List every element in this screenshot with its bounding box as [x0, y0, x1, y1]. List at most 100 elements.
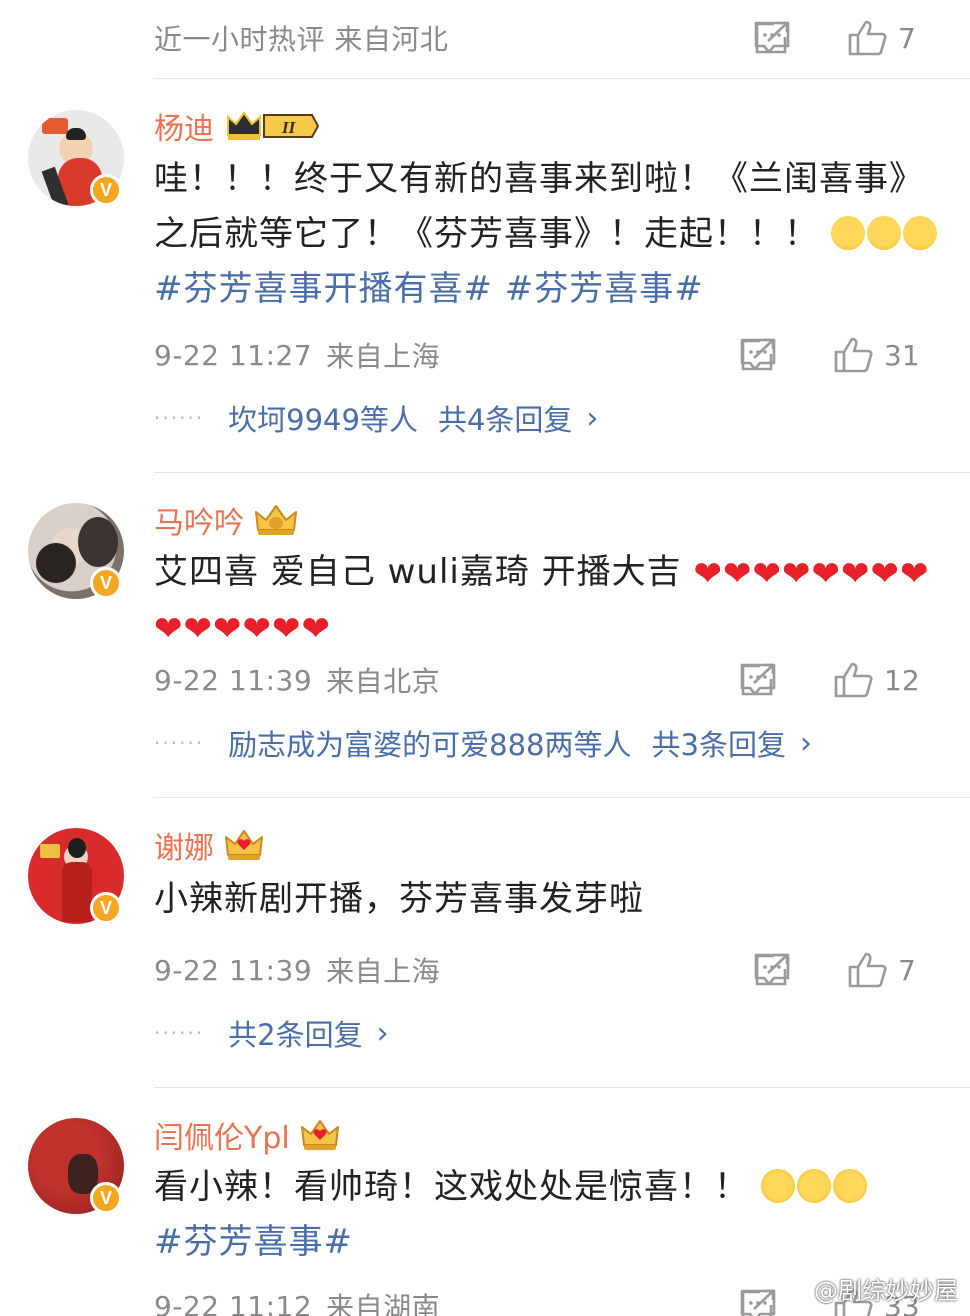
- reply-users[interactable]: 励志成为富婆的可爱888两等人: [228, 722, 631, 764]
- user-name-row: 杨迪 II: [154, 104, 320, 148]
- chevron-right-icon: ›: [376, 1015, 389, 1051]
- user-name-row: 谢娜: [154, 823, 264, 867]
- cry-laugh-emoji: [866, 216, 901, 250]
- comment-text: 看小辣！看帅琦！这戏处处是惊喜！！ #芬芳喜事#: [154, 1160, 940, 1270]
- topic-link[interactable]: #芬芳喜事#: [154, 1222, 353, 1262]
- reply-count[interactable]: 共2条回复: [228, 1012, 362, 1054]
- divider: [154, 472, 970, 473]
- ellipsis-dots: ······: [154, 406, 205, 430]
- user-name[interactable]: 杨迪: [154, 104, 214, 148]
- heart-emoji: ❤: [693, 554, 723, 594]
- comment-time: 9-22 11:39: [154, 953, 313, 987]
- like-count: 7: [898, 21, 916, 55]
- meta-text: 近一小时热评 来自河北: [154, 23, 449, 56]
- divider: [154, 1087, 970, 1088]
- comment-button[interactable]: [754, 21, 848, 55]
- user-name[interactable]: 谢娜: [154, 823, 214, 867]
- comment-location: 来自北京: [326, 665, 441, 698]
- like-count: 12: [884, 663, 920, 697]
- crown-icon: [300, 1117, 340, 1153]
- crown-icon: [254, 502, 298, 538]
- comment-text: 哇！！！终于又有新的喜事来到啦！《兰闺喜事》之后就等它了！《芬芳喜事》！走起！！…: [154, 152, 940, 317]
- verified-badge-icon: V: [90, 567, 122, 599]
- reply-count[interactable]: 共3条回复: [652, 722, 786, 764]
- heart-emoji: ❤: [722, 554, 753, 594]
- heart-emoji: ❤: [272, 609, 302, 649]
- user-name-row: 闫佩伦Ypl: [154, 1113, 340, 1157]
- reply-count[interactable]: 共4条回复: [438, 397, 572, 439]
- comment-location: 来自上海: [326, 340, 441, 373]
- watermark: @剧综妙妙屋: [780, 1271, 958, 1306]
- heart-emoji: ❤: [752, 554, 782, 594]
- thumb-up-icon: [834, 337, 873, 373]
- level-mark: II: [281, 118, 297, 137]
- comment-body: 哇！！！终于又有新的喜事来到啦！《兰闺喜事》之后就等它了！《芬芳喜事》！走起！！…: [154, 159, 924, 254]
- comment-location: 来自湖南: [326, 1291, 441, 1316]
- thumb-up-icon: [834, 662, 873, 698]
- previous-comment-meta: 近一小时热评 来自河北 7: [154, 18, 940, 58]
- heart-emoji: ❤: [811, 554, 841, 594]
- heart-emoji: ❤: [183, 609, 213, 649]
- like-count: 7: [898, 953, 916, 987]
- chevron-right-icon: ›: [586, 400, 599, 436]
- weibo-logo-icon: [781, 1279, 808, 1300]
- cry-laugh-emoji: [830, 216, 865, 250]
- comment-location: 来自上海: [326, 955, 441, 988]
- avatar[interactable]: V: [28, 503, 124, 599]
- action-bar: 31: [740, 335, 940, 375]
- like-button[interactable]: 7: [848, 952, 940, 988]
- like-button[interactable]: 12: [834, 662, 940, 698]
- user-name[interactable]: 马吟吟: [154, 498, 244, 542]
- comment-text: 小辣新剧开播，芬芳喜事发芽啦: [154, 872, 940, 927]
- comment-button[interactable]: [754, 953, 848, 987]
- flower-face-emoji: [796, 1169, 831, 1203]
- user-name-row: 马吟吟: [154, 498, 298, 542]
- comment-icon: [740, 338, 776, 371]
- comment-button[interactable]: [740, 663, 834, 697]
- comment-body: 艾四喜 爱自己 wuli嘉琦 开播大吉: [154, 552, 682, 592]
- flower-face-emoji: [832, 1169, 867, 1203]
- comment-meta: 9-22 11:39 来自北京 12: [154, 660, 940, 700]
- avatar[interactable]: V: [28, 828, 124, 924]
- crown-icon: II: [224, 109, 320, 143]
- heart-emoji: ❤: [154, 609, 184, 649]
- topic-link[interactable]: #芬芳喜事开播有喜#: [154, 269, 493, 309]
- like-count: 31: [884, 338, 920, 372]
- avatar[interactable]: V: [28, 1118, 124, 1214]
- comment-button[interactable]: [740, 338, 834, 372]
- comment-time: 9-22 11:39: [154, 663, 313, 697]
- comment-meta: 9-22 11:39 来自上海 7: [154, 950, 940, 990]
- avatar[interactable]: V: [28, 110, 124, 206]
- action-bar: 12: [740, 660, 940, 700]
- user-name[interactable]: 闫佩伦Ypl: [154, 1113, 290, 1157]
- topic-link[interactable]: #芬芳喜事#: [505, 269, 704, 309]
- chevron-right-icon: ›: [799, 725, 812, 761]
- heart-emoji: ❤: [781, 554, 812, 594]
- heart-emoji: ❤: [242, 609, 272, 649]
- comment-icon: [754, 21, 790, 54]
- reply-summary[interactable]: ······ 励志成为富婆的可爱888两等人 共3条回复 ›: [154, 723, 812, 763]
- comment-meta: 9-22 11:27 来自上海 31: [154, 335, 940, 375]
- reply-summary[interactable]: ······ 共2条回复 ›: [154, 1013, 389, 1053]
- verified-badge-icon: V: [90, 174, 122, 206]
- comment-time: 9-22 11:12: [154, 1289, 313, 1316]
- heart-emoji: ❤: [870, 554, 900, 594]
- reply-users[interactable]: 坎坷9949等人: [228, 397, 418, 439]
- action-bar: 7: [754, 18, 940, 58]
- reply-summary[interactable]: ······ 坎坷9949等人 共4条回复 ›: [154, 398, 598, 438]
- action-bar: 7: [754, 950, 940, 990]
- comment-icon: [754, 953, 790, 986]
- flower-face-emoji: [760, 1169, 795, 1203]
- thumb-up-icon: [848, 952, 887, 988]
- heart-emoji: ❤: [213, 609, 243, 649]
- like-button[interactable]: 31: [834, 337, 940, 373]
- comment-icon: [740, 663, 776, 696]
- heart-emoji: ❤: [301, 609, 331, 649]
- thumb-up-icon: [848, 20, 887, 56]
- cry-laugh-emoji: [902, 216, 937, 250]
- verified-badge-icon: V: [90, 1182, 122, 1214]
- heart-emoji: ❤: [899, 554, 930, 594]
- comment-text: 艾四喜 爱自己 wuli嘉琦 开播大吉 ❤❤❤❤❤❤❤❤❤❤❤❤❤❤: [154, 545, 940, 655]
- verified-badge-icon: V: [90, 892, 122, 924]
- like-button[interactable]: 7: [848, 20, 940, 56]
